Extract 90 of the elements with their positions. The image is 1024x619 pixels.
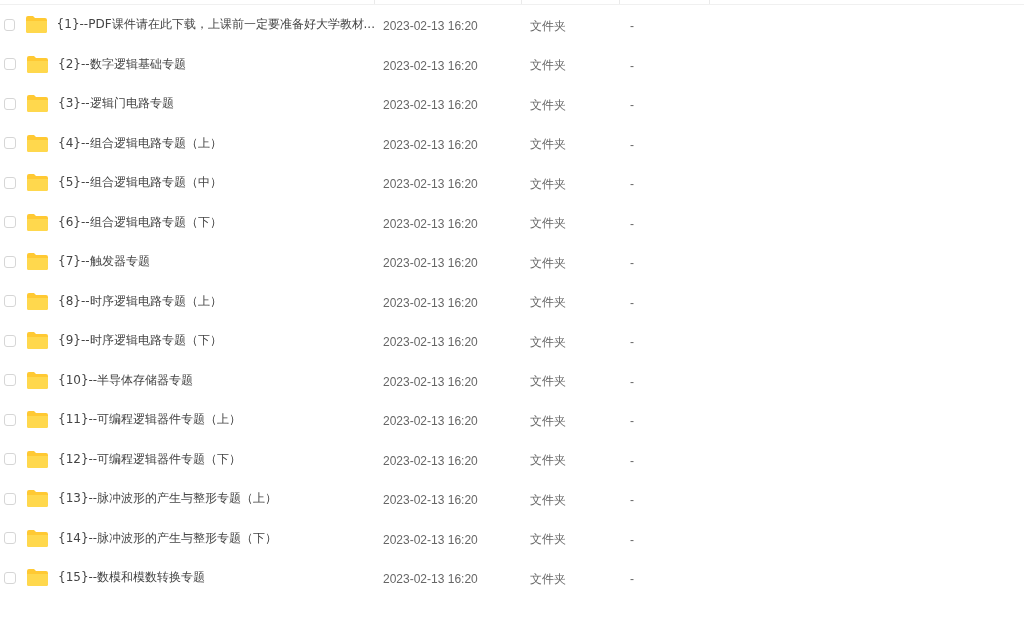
file-size: - xyxy=(629,572,634,587)
modified-date: 2023-02-13 16:20 xyxy=(382,216,478,231)
modified-date: 2023-02-13 16:20 xyxy=(382,19,478,34)
file-type: 文件夹 xyxy=(529,571,566,586)
file-name[interactable]: {15}--数模和模数转换专题 xyxy=(58,569,206,587)
folder-icon xyxy=(27,292,48,310)
file-size: - xyxy=(629,177,634,192)
file-name[interactable]: {6}--组合逻辑电路专题（下） xyxy=(58,213,222,231)
file-type: 文件夹 xyxy=(529,374,566,389)
folder-icon xyxy=(27,95,48,113)
checkbox[interactable] xyxy=(4,18,15,31)
file-name[interactable]: {12}--可编程逻辑器件专题（下） xyxy=(58,450,242,468)
checkbox[interactable] xyxy=(4,532,16,545)
folder-icon xyxy=(27,569,48,587)
file-name[interactable]: {9}--时序逻辑电路专题（下） xyxy=(58,332,222,350)
file-size: - xyxy=(629,335,634,350)
modified-date: 2023-02-13 16:20 xyxy=(382,177,478,192)
file-type: 文件夹 xyxy=(529,255,566,270)
modified-date: 2023-02-13 16:20 xyxy=(382,493,478,508)
file-type: 文件夹 xyxy=(529,176,566,191)
file-type: 文件夹 xyxy=(529,97,566,112)
checkbox[interactable] xyxy=(4,492,16,505)
file-size: - xyxy=(629,98,634,113)
modified-date: 2023-02-13 16:20 xyxy=(382,256,478,271)
folder-icon xyxy=(27,490,48,508)
modified-date: 2023-02-13 16:20 xyxy=(382,335,478,350)
modified-date: 2023-02-13 16:20 xyxy=(382,98,478,113)
folder-icon xyxy=(27,174,48,192)
file-type: 文件夹 xyxy=(529,532,566,547)
modified-date: 2023-02-13 16:20 xyxy=(382,453,478,468)
checkbox[interactable] xyxy=(4,176,16,189)
file-name[interactable]: {3}--逻辑门电路专题 xyxy=(58,95,174,113)
file-name[interactable]: {11}--可编程逻辑器件专题（上） xyxy=(58,411,242,429)
folder-icon xyxy=(25,16,47,34)
file-type: 文件夹 xyxy=(529,137,566,152)
file-name[interactable]: {2}--数字逻辑基础专题 xyxy=(58,55,186,73)
folder-icon xyxy=(27,253,48,271)
file-name[interactable]: {8}--时序逻辑电路专题（上） xyxy=(58,292,222,310)
checkbox[interactable] xyxy=(4,58,16,71)
file-name[interactable]: {13}--脉冲波形的产生与整形专题（上） xyxy=(58,490,278,508)
modified-date: 2023-02-13 16:20 xyxy=(382,137,478,152)
file-type: 文件夹 xyxy=(529,58,566,73)
folder-icon xyxy=(27,332,48,350)
file-type: 文件夹 xyxy=(529,18,566,33)
file-name[interactable]: {1}--PDF课件请在此下载，上课前一定要准备好大学教材... xyxy=(56,16,375,34)
file-type: 文件夹 xyxy=(529,492,566,507)
file-type: 文件夹 xyxy=(529,334,566,349)
checkbox[interactable] xyxy=(4,334,16,347)
file-size: - xyxy=(629,532,634,547)
checkbox[interactable] xyxy=(4,255,16,268)
file-size: - xyxy=(629,19,634,34)
folder-icon xyxy=(27,371,48,389)
file-size: - xyxy=(629,414,634,429)
file-type: 文件夹 xyxy=(529,413,566,428)
file-size: - xyxy=(629,493,634,508)
checkbox[interactable] xyxy=(4,374,16,387)
checkbox[interactable] xyxy=(4,413,16,426)
file-size: - xyxy=(629,58,634,73)
file-size: - xyxy=(629,256,634,271)
modified-date: 2023-02-13 16:20 xyxy=(382,414,478,429)
modified-date: 2023-02-13 16:20 xyxy=(382,58,478,73)
checkbox[interactable] xyxy=(4,295,16,308)
modified-date: 2023-02-13 16:20 xyxy=(382,532,478,547)
file-name[interactable]: {7}--触发器专题 xyxy=(58,253,150,271)
folder-icon xyxy=(27,134,48,152)
checkbox[interactable] xyxy=(4,453,16,466)
folder-icon xyxy=(27,450,48,468)
file-size: - xyxy=(629,374,634,389)
file-name[interactable]: {14}--脉冲波形的产生与整形专题（下） xyxy=(58,529,278,547)
modified-date: 2023-02-13 16:20 xyxy=(382,295,478,310)
file-size: - xyxy=(629,137,634,152)
file-name[interactable]: {10}--半导体存储器专题 xyxy=(58,371,194,389)
file-size: - xyxy=(629,216,634,231)
file-type: 文件夹 xyxy=(529,216,566,231)
modified-date: 2023-02-13 16:20 xyxy=(382,374,478,389)
folder-icon xyxy=(27,55,48,73)
checkbox[interactable] xyxy=(4,97,16,110)
checkbox[interactable] xyxy=(4,137,16,150)
file-name[interactable]: {5}--组合逻辑电路专题（中） xyxy=(58,174,222,192)
folder-icon xyxy=(27,529,48,547)
modified-date: 2023-02-13 16:20 xyxy=(382,572,478,587)
file-size: - xyxy=(629,453,634,468)
file-type: 文件夹 xyxy=(529,295,566,310)
file-size: - xyxy=(629,295,634,310)
file-name[interactable]: {4}--组合逻辑电路专题（上） xyxy=(58,134,222,152)
folder-icon xyxy=(27,213,48,231)
file-type: 文件夹 xyxy=(529,453,566,468)
checkbox[interactable] xyxy=(4,571,16,584)
folder-icon xyxy=(27,411,48,429)
checkbox[interactable] xyxy=(4,216,16,229)
